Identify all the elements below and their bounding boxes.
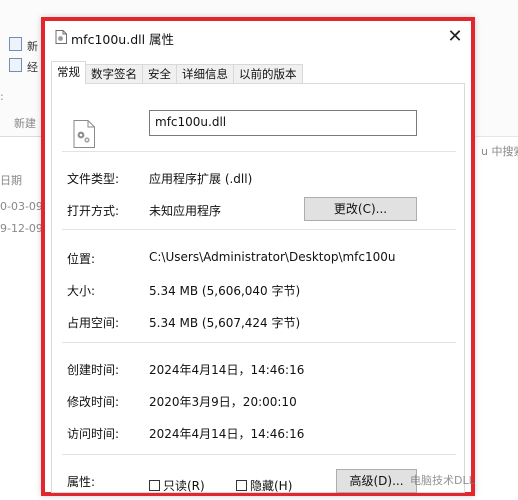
- size-value: 5.34 MB (5,606,040 字节): [149, 284, 301, 298]
- divider: [62, 151, 456, 152]
- ribbon-easy-access-label[interactable]: 经: [27, 59, 38, 75]
- watermark: 电脑技术DLL: [410, 474, 475, 487]
- created-label: 创建时间:: [67, 363, 120, 377]
- divider: [62, 342, 456, 343]
- created-value: 2024年4月14日，14:46:16: [149, 363, 305, 377]
- divider: [62, 229, 456, 230]
- readonly-label[interactable]: 只读(R): [163, 477, 205, 494]
- checkbox-icon[interactable]: [236, 480, 247, 491]
- ribbon-group-new-label: 新建: [14, 117, 36, 130]
- attributes-label: 属性:: [67, 475, 96, 489]
- tab-digital-signatures[interactable]: 数字签名: [85, 64, 143, 84]
- opens-with-value: 未知应用程序: [149, 204, 222, 218]
- file-type-value: 应用程序扩展 (.dll): [149, 172, 253, 186]
- modified-value: 2020年3月9日，20:00:10: [149, 395, 297, 409]
- search-box-hint[interactable]: u 中搜索: [481, 143, 518, 159]
- dialog-title: mfc100u.dll 属性: [71, 32, 175, 47]
- general-tab-panel: mfc100u.dll 文件类型: 应用程序扩展 (.dll) 打开方式: 未知…: [51, 83, 465, 493]
- tab-strip: 常规 数字签名 安全 详细信息 以前的版本: [51, 61, 303, 84]
- divider: [62, 454, 456, 455]
- date-column-header[interactable]: 日期: [0, 172, 22, 188]
- tab-security[interactable]: 安全: [142, 64, 177, 84]
- ribbon-overflow: :: [0, 90, 4, 103]
- list-item[interactable]: 0-03-09: [0, 200, 43, 213]
- title-bar[interactable]: mfc100u.dll 属性 ✕: [45, 21, 471, 53]
- opens-with-label: 打开方式:: [67, 204, 120, 218]
- gear-file-icon: [73, 120, 95, 148]
- easy-access-icon[interactable]: [9, 58, 22, 72]
- accessed-label: 访问时间:: [67, 427, 120, 441]
- tab-general[interactable]: 常规: [51, 61, 86, 84]
- modified-label: 修改时间:: [67, 395, 120, 409]
- location-label: 位置:: [67, 252, 96, 266]
- accessed-value: 2024年4月14日，14:46:16: [149, 427, 305, 441]
- list-item[interactable]: 9-12-09: [0, 222, 43, 235]
- size-on-disk-value: 5.34 MB (5,607,424 字节): [149, 316, 301, 330]
- hidden-label[interactable]: 隐藏(H): [250, 477, 292, 494]
- file-type-label: 文件类型:: [67, 172, 120, 186]
- ribbon-new-label[interactable]: 新: [27, 38, 38, 54]
- file-name-input[interactable]: mfc100u.dll: [149, 110, 417, 136]
- checkbox-icon[interactable]: [149, 480, 160, 491]
- ribbon-divider: [0, 136, 41, 137]
- new-item-icon[interactable]: [9, 37, 22, 51]
- dll-file-icon: [55, 30, 67, 44]
- close-icon[interactable]: ✕: [443, 25, 467, 49]
- tab-previous-versions[interactable]: 以前的版本: [233, 64, 303, 84]
- tab-details[interactable]: 详细信息: [176, 64, 234, 84]
- properties-dialog: mfc100u.dll 属性 ✕ 常规 数字签名 安全 详细信息 以前的版本 m…: [41, 17, 475, 496]
- size-on-disk-label: 占用空间:: [67, 316, 120, 330]
- hidden-checkbox[interactable]: 隐藏(H): [236, 477, 292, 494]
- location-value: C:\Users\Administrator\Desktop\mfc100u: [149, 250, 396, 264]
- change-button[interactable]: 更改(C)...: [304, 197, 417, 221]
- advanced-button[interactable]: 高级(D)...: [336, 469, 417, 493]
- size-label: 大小:: [67, 284, 96, 298]
- readonly-checkbox[interactable]: 只读(R): [149, 477, 205, 494]
